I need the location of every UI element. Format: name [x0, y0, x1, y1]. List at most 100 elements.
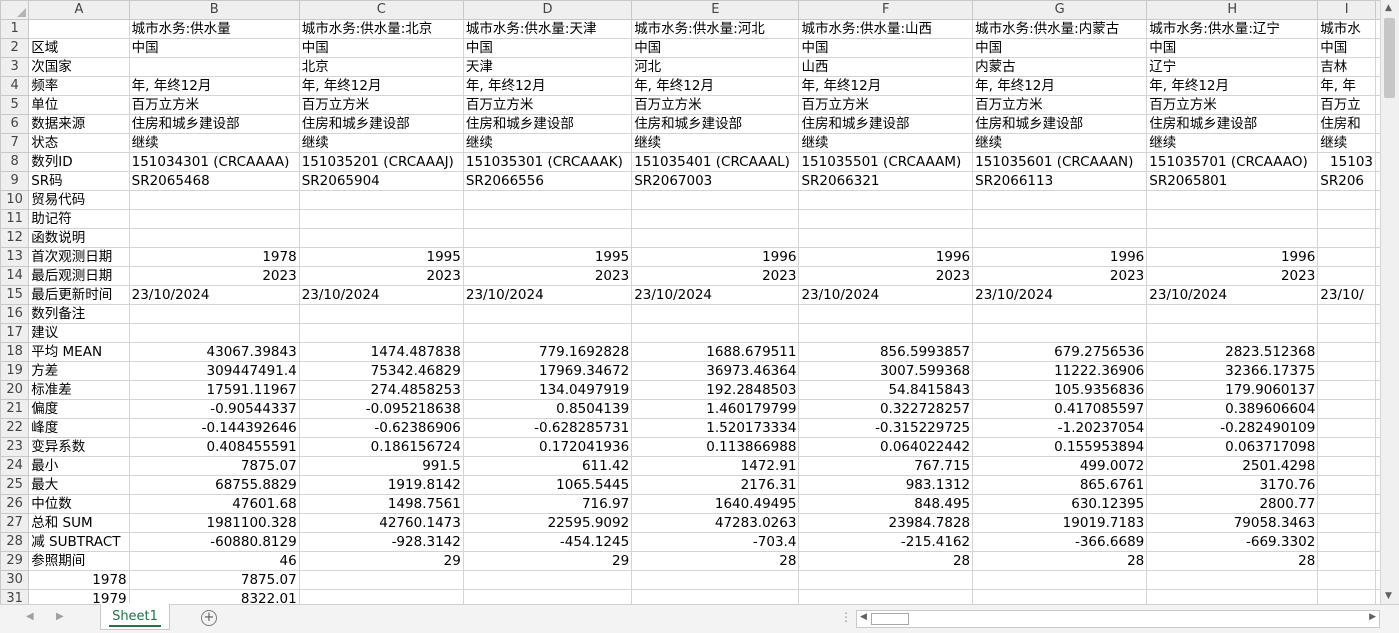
cell-h[interactable]: 2501.4298	[1146, 456, 1319, 476]
scroll-down-icon[interactable]: ▼	[1385, 591, 1392, 601]
cell-f[interactable]: 中国	[798, 38, 974, 58]
cell-h[interactable]: 3170.76	[1146, 475, 1319, 495]
cell-a[interactable]: 最大	[28, 475, 130, 495]
cell-b[interactable]: 309447491.4	[128, 361, 300, 381]
cell-h[interactable]: 年, 年终12月	[1146, 76, 1319, 96]
cell-c[interactable]	[298, 228, 464, 248]
cell-a[interactable]: 区域	[28, 38, 130, 58]
cell-g[interactable]	[972, 209, 1148, 229]
cell-g[interactable]: 百万立方米	[972, 95, 1148, 115]
cell-f[interactable]	[798, 304, 974, 324]
cell-d[interactable]: 23/10/2024	[462, 285, 633, 305]
cell-g[interactable]: 23/10/2024	[972, 285, 1148, 305]
cell-d[interactable]: 716.97	[462, 494, 633, 514]
row-header[interactable]: 1	[0, 19, 30, 39]
cell-a[interactable]: 中位数	[28, 494, 130, 514]
row-header[interactable]: 10	[0, 190, 30, 210]
cell-a[interactable]: 单位	[28, 95, 130, 115]
cell-c[interactable]: 0.186156724	[298, 437, 464, 457]
cell-c[interactable]: 1919.8142	[298, 475, 464, 495]
cell-i[interactable]: SR206	[1317, 171, 1376, 191]
cell-g[interactable]: SR2066113	[972, 171, 1148, 191]
cell-e[interactable]: 151035401 (CRCAAAL)	[631, 152, 800, 172]
cell-a[interactable]: 偏度	[28, 399, 130, 419]
cell-f[interactable]: 3007.599368	[798, 361, 974, 381]
cell-d[interactable]	[462, 323, 633, 343]
cell-e[interactable]: 城市水务:供水量:河北	[631, 19, 800, 39]
cell-b[interactable]: 47601.68	[128, 494, 300, 514]
cell-e[interactable]: 1640.49495	[631, 494, 800, 514]
cell-a[interactable]: 最后更新时间	[28, 285, 130, 305]
cell-f[interactable]: 23984.7828	[798, 513, 974, 533]
cell-d[interactable]	[462, 209, 633, 229]
cell-c[interactable]: -0.62386906	[298, 418, 464, 438]
cell-b[interactable]: 1978	[128, 247, 300, 267]
cell-e[interactable]	[631, 209, 800, 229]
cell-i[interactable]	[1317, 247, 1376, 267]
cell-i[interactable]	[1317, 361, 1376, 381]
cell-a[interactable]	[28, 19, 130, 39]
cell-a[interactable]: 状态	[28, 133, 130, 153]
cell-g[interactable]: 19019.7183	[972, 513, 1148, 533]
cell-b[interactable]: -60880.8129	[128, 532, 300, 552]
cell-c[interactable]: 23/10/2024	[298, 285, 464, 305]
cell-h[interactable]: 中国	[1146, 38, 1319, 58]
cell-c[interactable]: 75342.46829	[298, 361, 464, 381]
select-all-corner[interactable]	[0, 0, 30, 20]
cell-g[interactable]: 1996	[972, 247, 1148, 267]
cell-h[interactable]: 23/10/2024	[1146, 285, 1319, 305]
cell-i[interactable]	[1317, 494, 1376, 514]
cell-c[interactable]	[298, 190, 464, 210]
cell-b[interactable]: 8322.01	[128, 589, 300, 604]
cell-h[interactable]: 辽宁	[1146, 57, 1319, 77]
cell-i[interactable]	[1317, 589, 1376, 604]
row-header[interactable]: 8	[0, 152, 30, 172]
cell-b[interactable]: 151034301 (CRCAAAA)	[128, 152, 300, 172]
cell-d[interactable]: 611.42	[462, 456, 633, 476]
scroll-left-icon[interactable]: ◀	[860, 612, 867, 622]
cell-a[interactable]: 总和 SUM	[28, 513, 130, 533]
cell-b[interactable]: 68755.8829	[128, 475, 300, 495]
cell-f[interactable]: 山西	[798, 57, 974, 77]
cell-i[interactable]	[1317, 570, 1376, 590]
worksheet-table[interactable]: ABCDEFGHI 1 城市水务:供水量 城市水务:供水量:北京 城市水务:供水量:天…	[0, 0, 1381, 604]
cell-f[interactable]: 23/10/2024	[798, 285, 974, 305]
cell-a[interactable]: 数列ID	[28, 152, 130, 172]
cell-c[interactable]	[298, 570, 464, 590]
cell-f[interactable]: 1996	[798, 247, 974, 267]
cell-a[interactable]: 次国家	[28, 57, 130, 77]
cell-a[interactable]: 数据来源	[28, 114, 130, 134]
column-header-a[interactable]: A	[28, 0, 130, 20]
cell-e[interactable]: 1.460179799	[631, 399, 800, 419]
horizontal-scroll-thumb[interactable]	[871, 613, 909, 625]
cell-i[interactable]	[1317, 418, 1376, 438]
cell-i[interactable]: 23/10/	[1317, 285, 1376, 305]
row-header[interactable]: 18	[0, 342, 30, 362]
spreadsheet-grid[interactable]: ABCDEFGHI 1 城市水务:供水量 城市水务:供水量:北京 城市水务:供水量:天…	[0, 0, 1381, 604]
cell-b[interactable]: 住房和城乡建设部	[128, 114, 300, 134]
cell-c[interactable]	[298, 304, 464, 324]
cell-c[interactable]: 151035201 (CRCAAAJ)	[298, 152, 464, 172]
cell-i[interactable]: 15103	[1317, 152, 1376, 172]
cell-d[interactable]: 继续	[462, 133, 633, 153]
cell-e[interactable]	[631, 228, 800, 248]
row-header[interactable]: 19	[0, 361, 30, 381]
cell-b[interactable]: 23/10/2024	[128, 285, 300, 305]
cell-e[interactable]: 百万立方米	[631, 95, 800, 115]
cell-e[interactable]: -703.4	[631, 532, 800, 552]
cell-b[interactable]: 7875.07	[128, 456, 300, 476]
cell-c[interactable]: 继续	[298, 133, 464, 153]
column-header-c[interactable]: C	[298, 0, 464, 20]
cell-g[interactable]: 679.2756536	[972, 342, 1148, 362]
cell-h[interactable]: 继续	[1146, 133, 1319, 153]
cell-b[interactable]: 43067.39843	[128, 342, 300, 362]
cell-h[interactable]	[1146, 304, 1319, 324]
cell-b[interactable]: 0.408455591	[128, 437, 300, 457]
cell-f[interactable]	[798, 589, 974, 604]
cell-i[interactable]	[1317, 532, 1376, 552]
cell-i[interactable]	[1317, 209, 1376, 229]
cell-a[interactable]: 建议	[28, 323, 130, 343]
cell-f[interactable]: 54.8415843	[798, 380, 974, 400]
cell-b[interactable]: SR2065468	[128, 171, 300, 191]
cell-b[interactable]: 7875.07	[128, 570, 300, 590]
